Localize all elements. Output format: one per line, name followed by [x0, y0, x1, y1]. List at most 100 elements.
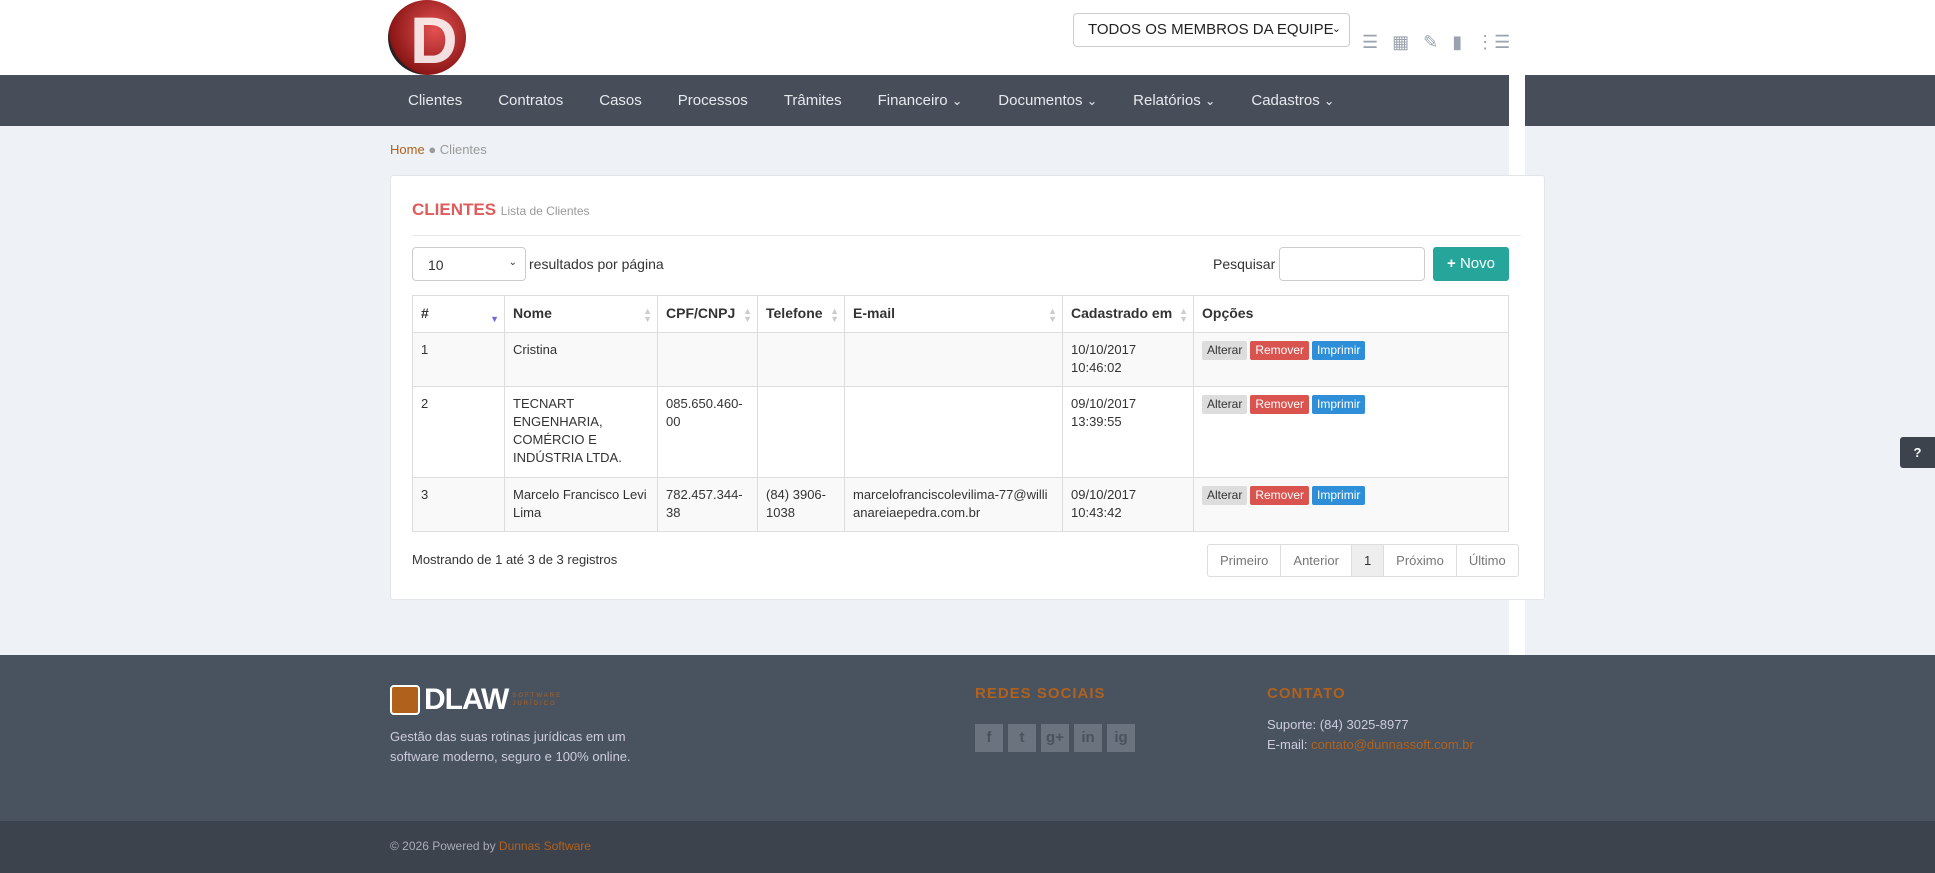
- cell-tel: [757, 332, 845, 387]
- sort-icon: ▲ ▼: [743, 306, 752, 324]
- cell-cpf: 782.457.344-38: [657, 477, 758, 532]
- page-next[interactable]: Próximo: [1384, 545, 1457, 576]
- breadcrumb-home[interactable]: Home: [390, 142, 425, 157]
- nav-cadastros[interactable]: Cadastros ⌄: [1233, 92, 1352, 109]
- footer: DLAW SOFTWARE JURÍDICO Gestão das suas rot…: [0, 655, 1935, 821]
- cell-nome: Marcelo Francisco Levi Lima: [504, 477, 658, 532]
- sort-icon: ▲ ▼: [830, 306, 839, 324]
- remove-button[interactable]: Remover: [1250, 486, 1310, 505]
- cell-date: 10/10/2017 10:46:02: [1062, 332, 1194, 387]
- cell-email: marcelofranciscolevilima-77@willianareia…: [844, 477, 1063, 532]
- facebook-icon[interactable]: f: [975, 724, 1003, 752]
- col-telefone[interactable]: Telefone ▲ ▼: [757, 295, 845, 333]
- col-nome[interactable]: Nome ▲ ▼: [504, 295, 658, 333]
- google-plus-icon[interactable]: g+: [1041, 724, 1069, 752]
- cell-actions: Alterar Remover Imprimir: [1193, 332, 1509, 387]
- search-label: Pesquisar: [1213, 256, 1276, 272]
- edit-icon[interactable]: ✎: [1423, 32, 1438, 53]
- page-current[interactable]: 1: [1351, 545, 1385, 576]
- print-button[interactable]: Imprimir: [1312, 395, 1366, 414]
- sort-icon: ▲ ▼: [1048, 306, 1057, 324]
- breadcrumb: Home ● Clientes: [390, 142, 487, 157]
- gavel-icon: [390, 685, 420, 715]
- page-size-select[interactable]: 10 ⌄: [412, 247, 526, 281]
- page-prev[interactable]: Anterior: [1281, 545, 1352, 576]
- sort-icon: ▲ ▼: [1179, 306, 1188, 324]
- book-icon[interactable]: ▮: [1452, 32, 1462, 53]
- footer-description: Gestão das suas rotinas jurídicas em um …: [390, 729, 631, 764]
- dlaw-logo: DLAW SOFTWARE JURÍDICO: [390, 683, 562, 717]
- footer-bottom: © 2026 Powered by Dunnas Software: [0, 821, 1935, 873]
- cell-actions: Alterar Remover Imprimir: [1193, 477, 1509, 532]
- new-client-button[interactable]: + Novo: [1433, 247, 1509, 281]
- print-button[interactable]: Imprimir: [1312, 486, 1366, 505]
- remove-button[interactable]: Remover: [1250, 341, 1310, 360]
- nav-casos[interactable]: Casos: [581, 92, 660, 109]
- edit-button[interactable]: Alterar: [1202, 341, 1248, 360]
- col-email[interactable]: E-mail ▲ ▼: [844, 295, 1063, 333]
- cell-cpf: 085.650.460-00: [657, 386, 758, 478]
- chevron-down-icon: ⌄: [1331, 23, 1341, 35]
- calendar-icon[interactable]: ▦: [1392, 32, 1409, 53]
- edit-button[interactable]: Alterar: [1202, 395, 1248, 414]
- col-id[interactable]: # ▼: [412, 295, 505, 333]
- sort-desc-icon: ▼: [490, 314, 499, 324]
- nav-clientes[interactable]: Clientes: [390, 92, 480, 109]
- edit-button[interactable]: Alterar: [1202, 486, 1248, 505]
- print-button[interactable]: Imprimir: [1312, 341, 1366, 360]
- table-info: Mostrando de 1 até 3 de 3 registros: [412, 552, 618, 567]
- sort-icon: ▲ ▼: [643, 306, 652, 324]
- cell-nome: Cristina: [504, 332, 658, 387]
- contact-info: Suporte: (84) 3025-8977 E-mail: contato@d…: [1267, 717, 1474, 752]
- col-cpf[interactable]: CPF/CNPJ ▲ ▼: [657, 295, 758, 333]
- nav-contratos[interactable]: Contratos: [480, 92, 581, 109]
- instagram-icon[interactable]: ig: [1107, 724, 1135, 752]
- nav-tramites[interactable]: Trâmites: [766, 92, 860, 109]
- remove-button[interactable]: Remover: [1250, 395, 1310, 414]
- page-first[interactable]: Primeiro: [1208, 545, 1282, 576]
- email-link[interactable]: contato@dunnassoft.com.br: [1311, 737, 1474, 752]
- col-cadastrado[interactable]: Cadastrado em ▲ ▼: [1062, 295, 1194, 333]
- server-icon[interactable]: ☰: [1362, 32, 1378, 53]
- nav-financeiro[interactable]: Financeiro ⌄: [860, 92, 981, 109]
- dunnas-logo[interactable]: D: [388, 0, 466, 75]
- social-title: REDES SOCIAIS: [975, 685, 1106, 702]
- contact-title: CONTATO: [1267, 685, 1346, 702]
- cell-tel: [757, 386, 845, 478]
- chevron-down-icon: ⌄: [508, 257, 517, 268]
- nav-documentos[interactable]: Documentos ⌄: [980, 92, 1115, 109]
- help-button[interactable]: ?: [1900, 437, 1935, 468]
- cell-actions: Alterar Remover Imprimir: [1193, 386, 1509, 478]
- clients-panel: CLIENTES Lista de Clientes 10 ⌄ resultado…: [390, 175, 1545, 600]
- table-row: 3 Marcelo Francisco Levi Lima 782.457.34…: [412, 477, 1509, 532]
- divider: [412, 235, 1521, 236]
- cell-tel: (84) 3906-1038: [757, 477, 845, 532]
- plus-icon: +: [1447, 255, 1456, 272]
- cell-nome: TECNART ENGENHARIA, COMÉRCIO E INDÚSTRIA…: [504, 386, 658, 478]
- nav-relatorios[interactable]: Relatórios ⌄: [1115, 92, 1233, 109]
- search-input[interactable]: [1279, 247, 1425, 281]
- page-last[interactable]: Último: [1457, 545, 1518, 576]
- team-member-select[interactable]: TODOS OS MEMBROS DA EQUIPE ⌄: [1073, 13, 1350, 47]
- cell-email: [844, 332, 1063, 387]
- page-title: CLIENTES Lista de Clientes: [412, 200, 590, 219]
- table-row: 2 TECNART ENGENHARIA, COMÉRCIO E INDÚSTR…: [412, 386, 1509, 478]
- cell-date: 09/10/2017 13:39:55: [1062, 386, 1194, 478]
- question-icon: ?: [1913, 445, 1922, 460]
- cell-id: 2: [412, 386, 505, 478]
- cell-email: [844, 386, 1063, 478]
- list-icon[interactable]: ⋮☰: [1476, 32, 1510, 53]
- top-header: D TODOS OS MEMBROS DA EQUIPE ⌄ ☰ ▦ ✎ ▮ ⋮☰: [0, 0, 1935, 75]
- page-size-label: resultados por página: [529, 256, 664, 272]
- cell-id: 3: [412, 477, 505, 532]
- linkedin-icon[interactable]: in: [1074, 724, 1102, 752]
- table-row: 1 Cristina 10/10/2017 10:46:02 Alterar Re…: [412, 332, 1509, 387]
- cell-date: 09/10/2017 10:43:42: [1062, 477, 1194, 532]
- nav-processos[interactable]: Processos: [660, 92, 766, 109]
- main-nav: Clientes Contratos Casos Processos Trâmi…: [0, 75, 1935, 126]
- cell-id: 1: [412, 332, 505, 387]
- company-link[interactable]: Dunnas Software: [499, 839, 591, 853]
- cell-cpf: [657, 332, 758, 387]
- col-opcoes: Opções: [1193, 295, 1509, 333]
- twitter-icon[interactable]: t: [1008, 724, 1036, 752]
